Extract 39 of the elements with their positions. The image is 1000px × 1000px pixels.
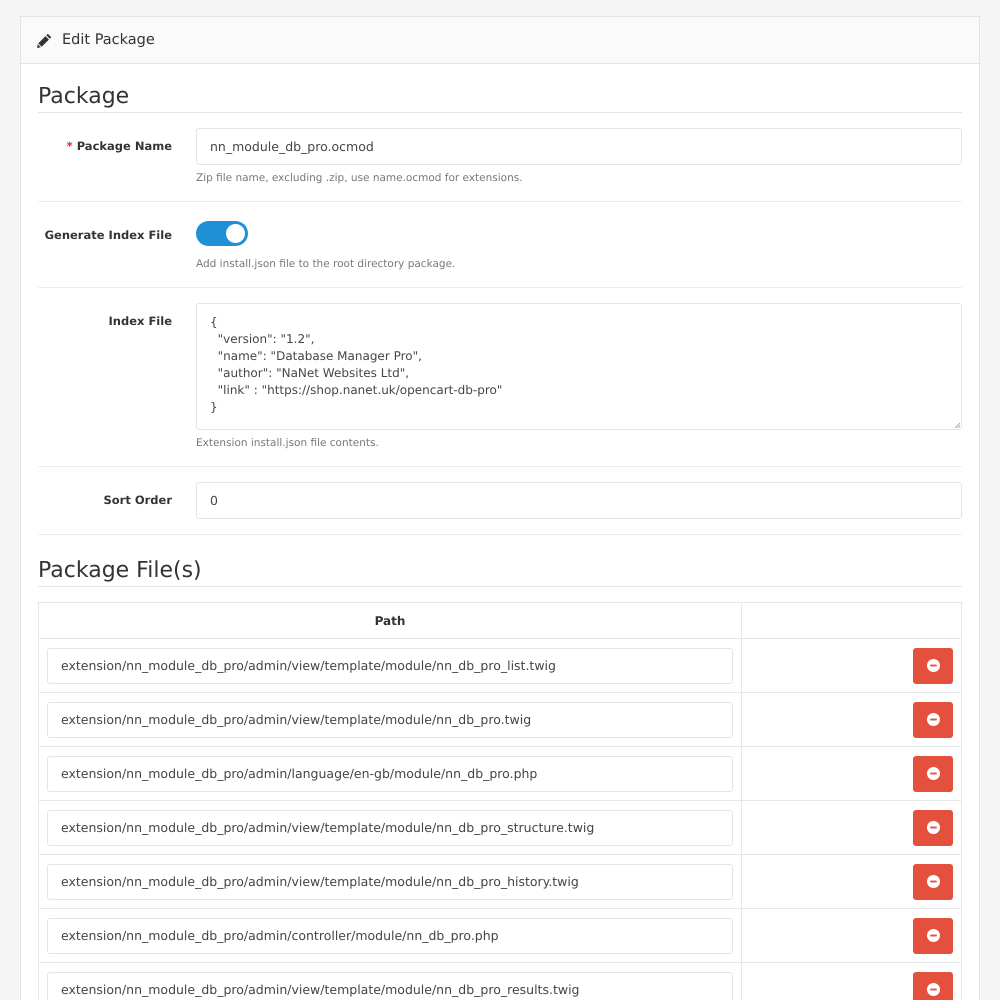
remove-button[interactable] bbox=[913, 702, 953, 738]
minus-circle-icon bbox=[926, 713, 940, 726]
remove-button[interactable] bbox=[913, 972, 953, 1000]
field-label: Index File bbox=[108, 313, 172, 330]
remove-button[interactable] bbox=[913, 756, 953, 792]
required-asterisk: * bbox=[66, 138, 73, 155]
minus-circle-icon bbox=[926, 767, 940, 780]
path-input-field[interactable]: extension/nn_module_db_pro/admin/view/template/module/nn_db_pro.twig bbox=[47, 702, 733, 738]
path-input-field[interactable]: extension/nn_module_db_pro/admin/language/en-gb/module/nn_db_pro.php bbox=[47, 756, 733, 792]
text-input-field[interactable]: 0 bbox=[196, 482, 962, 519]
column-header: Path bbox=[38, 602, 742, 638]
pencil-icon bbox=[37, 32, 52, 48]
path-input-field[interactable]: extension/nn_module_db_pro/admin/view/template/module/nn_db_pro_structure.twig bbox=[47, 810, 733, 846]
path-input-field[interactable]: extension/nn_module_db_pro/admin/view/template/module/nn_db_pro_list.twig bbox=[47, 648, 733, 684]
minus-circle-icon bbox=[926, 875, 940, 888]
remove-button[interactable] bbox=[913, 810, 953, 846]
minus-circle-icon bbox=[926, 929, 940, 942]
panel-title: Edit Package bbox=[62, 32, 155, 48]
minus-circle-icon bbox=[926, 659, 940, 672]
toggle-switch[interactable] bbox=[196, 221, 248, 246]
minus-circle-icon bbox=[926, 983, 940, 996]
section-heading: Package bbox=[38, 82, 962, 113]
help-text: Zip file name, excluding .zip, use name.ocmod for extensions. bbox=[196, 171, 524, 186]
code-textarea[interactable]: { "version": "1.2", "name": "Database Manager Pro", "author": "NaNet Websites Ltd", "link" : "https://shop.nanet.uk/opencart-db-pro" } bbox=[196, 303, 962, 430]
remove-button[interactable] bbox=[913, 918, 953, 954]
minus-circle-icon bbox=[926, 821, 940, 834]
text-input-field[interactable]: nn_module_db_pro.ocmod bbox=[196, 128, 962, 165]
section-heading: Package File(s) bbox=[38, 556, 962, 587]
field-label: Generate Index File bbox=[44, 227, 172, 244]
help-text: Extension install.json file contents. bbox=[196, 436, 380, 451]
path-input-field[interactable]: extension/nn_module_db_pro/admin/view/template/module/nn_db_pro_results.twig bbox=[47, 972, 733, 1000]
help-text: Add install.json file to the root directory package. bbox=[196, 257, 456, 272]
field-label: Package Name bbox=[76, 138, 172, 155]
remove-button[interactable] bbox=[913, 864, 953, 900]
remove-button[interactable] bbox=[913, 648, 953, 684]
path-input-field[interactable]: extension/nn_module_db_pro/admin/view/template/module/nn_db_pro_history.twig bbox=[47, 864, 733, 900]
field-label: Sort Order bbox=[103, 492, 172, 509]
resize-grip-icon[interactable] bbox=[955, 423, 960, 428]
path-input-field[interactable]: extension/nn_module_db_pro/admin/controller/module/nn_db_pro.php bbox=[47, 918, 733, 954]
